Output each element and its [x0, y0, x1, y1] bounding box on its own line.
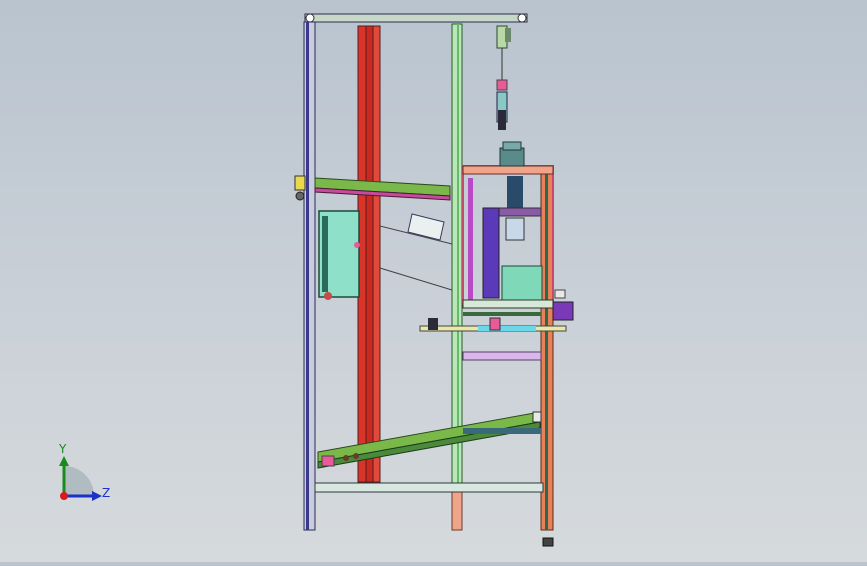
lower-support-beam: [463, 428, 541, 434]
hopper-sensor: [354, 242, 360, 248]
mid-crossbar: [463, 312, 541, 316]
left-frame-column: [303, 21, 316, 531]
top-beam: [304, 13, 528, 23]
y-axis-arrow: [59, 456, 69, 466]
top-left-bolt: [305, 13, 315, 23]
gearbox: [501, 265, 543, 301]
motor-head: [499, 147, 525, 167]
triad-origin: [60, 492, 68, 500]
hopper-roller: [324, 292, 332, 300]
cylinder-bracket: [505, 28, 511, 42]
lower-crossbar: [462, 351, 542, 361]
vertical-bracket: [482, 207, 500, 299]
bottom-beam: [314, 482, 544, 493]
machine-assembly: [294, 13, 574, 547]
cylinder-coupler: [496, 79, 508, 91]
green-column-stripe: [457, 24, 459, 530]
z-axis-label: Z: [102, 486, 111, 500]
right-foot-pad: [542, 537, 554, 547]
cylinder-end: [498, 110, 506, 130]
z-axis-arrow: [92, 491, 102, 501]
hopper-side: [322, 216, 328, 292]
salmon-column-foot: [451, 489, 463, 531]
cad-viewport[interactable]: Y Z: [0, 0, 867, 562]
upper-conveyor-end-cap: [294, 175, 306, 191]
lower-roller-1: [343, 455, 349, 461]
angled-sensor: [407, 213, 445, 241]
left-frame-stripe: [306, 22, 309, 530]
right-column-stripe: [545, 166, 548, 530]
side-motor: [552, 301, 574, 321]
housing-latch: [554, 289, 566, 299]
triad-arc: [64, 466, 94, 496]
y-axis-label: Y: [59, 442, 67, 456]
red-column-2: [365, 25, 374, 483]
mid-rail-cyan: [478, 326, 536, 331]
guide-wire-2: [379, 267, 453, 291]
housing-left-post: [468, 178, 473, 300]
motor-cap: [502, 141, 522, 151]
mid-rail-clamp: [428, 318, 438, 330]
upper-conveyor-roller: [295, 191, 305, 201]
lower-conveyor-belt: [317, 411, 541, 463]
mid-rail-slider: [489, 317, 501, 331]
lower-roller-2: [353, 453, 359, 459]
housing-base-beam: [462, 299, 554, 309]
lower-conveyor-end: [321, 455, 335, 467]
housing-top-rail: [462, 165, 554, 175]
lower-conveyor-tail: [532, 411, 542, 423]
top-right-bolt: [517, 13, 527, 23]
red-column-3: [372, 25, 381, 483]
coupling: [505, 217, 525, 241]
